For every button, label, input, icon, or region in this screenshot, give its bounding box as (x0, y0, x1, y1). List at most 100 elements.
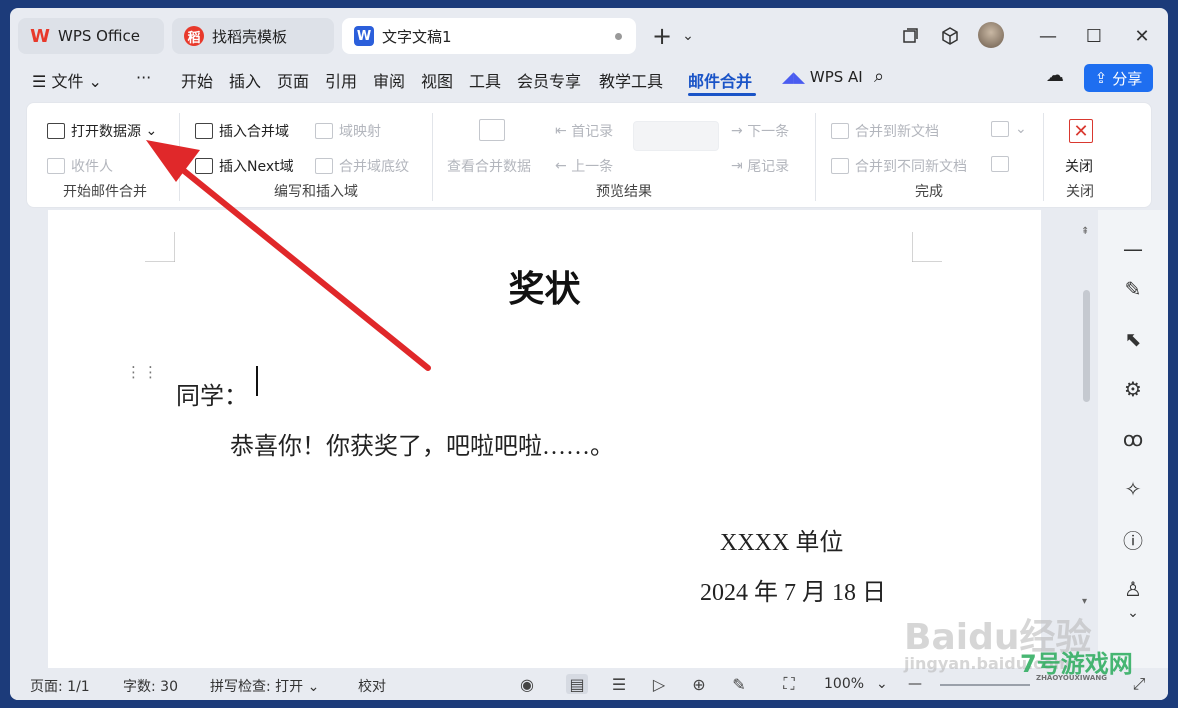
fit-page-icon[interactable]: ⛶ (778, 674, 800, 694)
tab-wps-office[interactable]: W WPS Office (18, 18, 164, 54)
wps-ai-label: WPS AI (809, 68, 863, 86)
menu-teaching[interactable]: 教学工具 (599, 68, 663, 92)
write-mode-icon[interactable]: ✎ (728, 674, 750, 694)
merge-field-icon (195, 123, 213, 139)
eye-icon[interactable]: ◉ (516, 674, 538, 694)
window-restore-icon[interactable] (898, 24, 922, 48)
outline-view-icon[interactable]: ☰ (608, 674, 630, 694)
menu-page[interactable]: 页面 (277, 68, 309, 92)
sliders-icon[interactable]: ⚙ (1120, 376, 1146, 402)
minimize-button[interactable]: — (1036, 24, 1060, 48)
merge-to-separate-docs-label: 合并到不同新文档 (855, 159, 967, 175)
menu-tools[interactable]: 工具 (469, 68, 501, 92)
group-label-close: 关闭 (1066, 184, 1094, 200)
pen-icon[interactable]: ✎ (1120, 276, 1146, 302)
open-data-source-button[interactable]: 打开数据源 ⌄ (47, 121, 157, 141)
help-icon[interactable]: ⓘ (1120, 526, 1146, 553)
crop-mark-top-left (145, 232, 175, 262)
scroll-down-icon[interactable]: ▾ (1082, 596, 1087, 607)
menu-view[interactable]: 视图 (421, 68, 453, 92)
cursor-select-icon[interactable]: ⬉ (1120, 326, 1146, 352)
search-icon[interactable]: ⌕ (874, 66, 884, 87)
record-number-input[interactable] (633, 121, 719, 151)
page-count[interactable]: 页面: 1/1 (30, 676, 90, 696)
menu-insert[interactable]: 插入 (229, 68, 261, 92)
next-record-label: 下一条 (747, 124, 790, 140)
vertical-scrollbar[interactable]: ⇞ ▾ (1080, 220, 1094, 660)
user-avatar[interactable] (978, 22, 1004, 48)
group-separator (815, 113, 816, 201)
tab-document[interactable]: W 文字文稿1 (342, 18, 636, 54)
proofread-button[interactable]: 校对 (358, 676, 386, 696)
unsaved-dot-icon (615, 33, 622, 40)
file-menu[interactable]: ☰ 文件 ⌄ (32, 68, 102, 92)
menu-mail-merge[interactable]: 邮件合并 (688, 68, 752, 92)
abc-icon (479, 119, 505, 141)
recipients-button[interactable]: 收件人 (47, 156, 113, 176)
web-view-icon[interactable]: ⊕ (688, 674, 710, 694)
next-record-button[interactable]: → 下一条 (731, 121, 789, 141)
close-merge-button[interactable]: 关闭 (1065, 156, 1093, 176)
first-record-label: 首记录 (571, 124, 614, 140)
drag-handle-icon[interactable]: ⋮⋮ (126, 365, 160, 380)
document-page[interactable]: 奖状 ⋮⋮ 同学： 恭喜你！你获奖了，吧啦吧啦……。 XXXX 单位 2024 … (48, 210, 1041, 668)
menu-review[interactable]: 审阅 (373, 68, 405, 92)
group-label-preview: 预览结果 (596, 184, 652, 200)
insert-next-field-button[interactable]: 插入Next域 (195, 156, 294, 176)
zoom-slider[interactable] (940, 684, 1030, 686)
style-icon[interactable]: ꝏ (1120, 426, 1146, 452)
next-record-icon: → (731, 123, 748, 139)
menu-references[interactable]: 引用 (325, 68, 357, 92)
more-menu[interactable]: ··· (136, 68, 151, 87)
spell-check-toggle[interactable]: 拼写检查: 打开 ⌄ (210, 676, 319, 696)
tab-list-chevron-icon[interactable]: ⌄ (676, 24, 700, 48)
page-view-icon[interactable]: ▤ (566, 674, 588, 694)
scrollbar-thumb[interactable] (1083, 290, 1090, 402)
scroll-top-icon[interactable]: ⇞ (1081, 226, 1089, 237)
insert-merge-field-button[interactable]: 插入合并域 (195, 121, 289, 141)
play-icon[interactable]: ▷ (648, 674, 670, 694)
view-merged-data-button[interactable]: 查看合并数据 (447, 156, 531, 176)
close-merge-icon[interactable]: ✕ (1069, 119, 1093, 143)
field-shading-button[interactable]: 合并域底纹 (315, 156, 409, 176)
wps-ai-button[interactable]: ◢◣ WPS AI (782, 68, 863, 86)
cloud-sync-icon[interactable]: ☁ (1046, 65, 1064, 86)
word-count[interactable]: 字数: 30 (123, 676, 178, 696)
new-doc-icon (831, 123, 849, 139)
skin-icon[interactable]: ♙ (1120, 576, 1146, 602)
next-field-icon (195, 158, 213, 174)
previous-record-button[interactable]: ← 上一条 (555, 156, 613, 176)
new-tab-icon[interactable]: + (650, 22, 674, 50)
share-icon: ⇪ (1094, 69, 1108, 87)
share-button[interactable]: ⇪ 分享 (1084, 64, 1153, 92)
menu-home[interactable]: 开始 (181, 68, 213, 92)
zoom-out-icon[interactable]: — (908, 676, 922, 692)
first-record-button[interactable]: ⇤ 首记录 (555, 121, 613, 141)
merge-print-button[interactable]: ⌄ (991, 121, 1027, 137)
zoom-level[interactable]: 100% (824, 676, 864, 692)
zoom-dropdown-icon[interactable]: ⌄ (876, 676, 888, 692)
envelope-icon (47, 158, 65, 174)
collapse-panel-icon[interactable]: — (1120, 236, 1146, 262)
menu-member[interactable]: 会员专享 (517, 68, 581, 92)
recipients-label: 收件人 (71, 159, 113, 175)
maximize-button[interactable]: ☐ (1082, 24, 1106, 48)
merge-to-new-doc-label: 合并到新文档 (855, 124, 939, 140)
cube-icon[interactable] (938, 24, 962, 48)
panel-expand-chevron-icon[interactable]: ⌄ (1120, 600, 1146, 626)
right-tool-panel: — ✎ ⬉ ⚙ ꝏ ✧ ⓘ ♙ ⌄ (1098, 210, 1168, 668)
close-window-button[interactable]: ✕ (1130, 24, 1154, 48)
field-mapping-button[interactable]: 域映射 (315, 121, 381, 141)
last-record-label: 尾记录 (747, 159, 790, 175)
view-merged-data-icon (479, 119, 505, 141)
last-record-button[interactable]: ⇥ 尾记录 (731, 156, 789, 176)
merge-to-separate-docs-button[interactable]: 合并到不同新文档 (831, 156, 967, 176)
tab-label: 文字文稿1 (382, 27, 452, 46)
merge-to-new-doc-button[interactable]: 合并到新文档 (831, 121, 939, 141)
merge-email-button[interactable] (991, 156, 1015, 172)
tools-icon[interactable]: ✧ (1120, 476, 1146, 502)
salutation-text: 同学： (176, 384, 248, 410)
share-label: 分享 (1112, 69, 1143, 88)
text-cursor (256, 366, 258, 396)
tab-docer[interactable]: 稻 找稻壳模板 (172, 18, 334, 54)
